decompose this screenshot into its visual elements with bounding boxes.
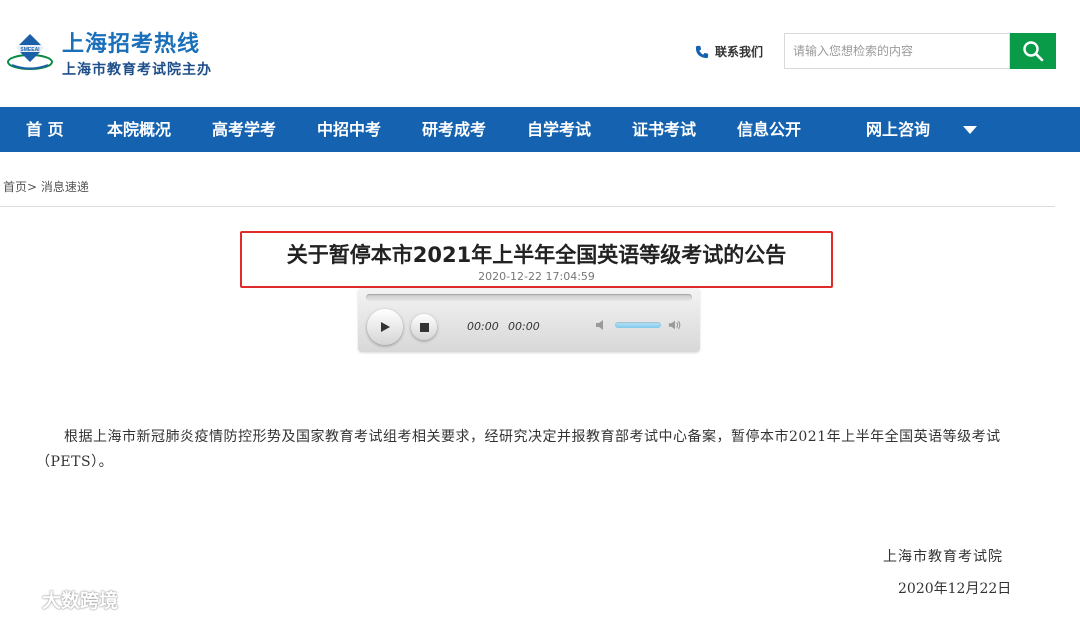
logo-mark-text: SMEEAI: [20, 47, 40, 53]
breadcrumb-current[interactable]: 消息速递: [41, 180, 89, 194]
volume-slider[interactable]: [615, 322, 661, 328]
audio-progress-bar[interactable]: [366, 294, 692, 301]
article-title-highlight: 关于暂停本市2021年上半年全国英语等级考试的公告 2020-12-22 17:…: [240, 231, 833, 288]
audio-player: 00:00 00:00: [358, 288, 700, 352]
nav-item-home[interactable]: 首 页: [26, 107, 64, 152]
watermark-text: 大数跨境: [42, 590, 119, 612]
site-logo-icon[interactable]: SMEEAI: [6, 32, 54, 74]
breadcrumb-divider: [0, 206, 1055, 207]
search-icon: [1023, 41, 1044, 62]
phone-icon: [695, 45, 709, 58]
search-input[interactable]: [785, 34, 1003, 68]
nav-item-online-consult[interactable]: 网上咨询: [866, 107, 930, 152]
watermark: 大数跨境: [8, 586, 118, 613]
search-box: [784, 33, 1010, 69]
article-title: 关于暂停本市2021年上半年全国英语等级考试的公告: [286, 243, 787, 267]
volume-mute-icon[interactable]: [595, 318, 609, 332]
nav-item-about[interactable]: 本院概况: [107, 107, 171, 152]
contact-us-label: 联系我们: [715, 45, 764, 59]
site-title[interactable]: 上海招考热线: [62, 26, 200, 58]
article-date: 2020-12-22 17:04:59: [478, 270, 595, 283]
contact-us-link[interactable]: 联系我们: [695, 43, 763, 60]
site-header: SMEEAI 上海招考热线 上海市教育考试院主办 联系我们: [0, 0, 1080, 107]
article-body: 根据上海市新冠肺炎疫情防控形势及国家教育考试组考相关要求，经研究决定并报教育部考…: [36, 429, 1001, 470]
play-button[interactable]: [367, 309, 403, 345]
nav-item-zhongkao[interactable]: 中招中考: [317, 107, 381, 152]
stop-icon: [419, 322, 429, 332]
nav-item-gaokao[interactable]: 高考学考: [212, 107, 276, 152]
site-subtitle: 上海市教育考试院主办: [62, 62, 212, 78]
duration-time: 00:00: [508, 320, 540, 333]
breadcrumb: 首页> 消息速递: [3, 178, 89, 195]
breadcrumb-home-link[interactable]: 首页>: [3, 180, 37, 194]
main-nav: 首 页 本院概况 高考学考 中招中考 研考成考 自学考试 证书考试 信息公开 网…: [0, 107, 1080, 152]
signature-date: 2020年12月22日: [898, 581, 1012, 597]
current-time: 00:00: [467, 320, 499, 333]
caret-down-icon[interactable]: [963, 126, 977, 134]
nav-item-self-study[interactable]: 自学考试: [527, 107, 591, 152]
nav-item-certificate[interactable]: 证书考试: [632, 107, 696, 152]
nav-item-graduate-adult[interactable]: 研考成考: [422, 107, 486, 152]
signature-organization: 上海市教育考试院: [883, 549, 1003, 565]
search-button[interactable]: [1010, 33, 1056, 69]
nav-item-info-public[interactable]: 信息公开: [737, 107, 801, 152]
watermark-logo-icon: [8, 591, 38, 606]
stop-button[interactable]: [411, 314, 437, 340]
play-icon: [381, 322, 390, 332]
volume-max-icon[interactable]: [668, 318, 682, 332]
